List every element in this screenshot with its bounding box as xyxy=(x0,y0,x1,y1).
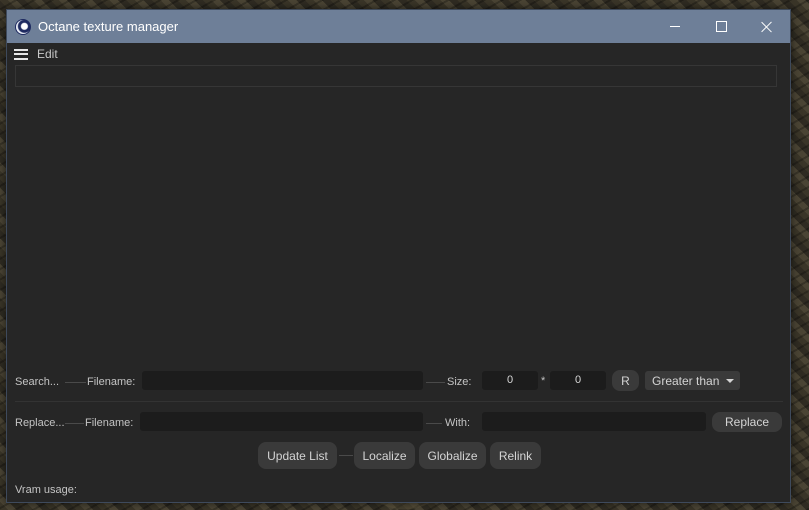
texture-manager-window: Octane texture manager Edit Search... Fi… xyxy=(6,9,791,503)
window-controls xyxy=(652,10,790,43)
relink-button[interactable]: Relink xyxy=(490,442,541,469)
with-label: With: xyxy=(445,417,471,429)
search-connector-line xyxy=(65,382,86,383)
size-width-input[interactable] xyxy=(482,371,538,390)
replace-filename-input[interactable] xyxy=(140,412,423,431)
size-label: Size: xyxy=(447,376,472,388)
with-connector-line xyxy=(426,423,442,424)
reset-size-button[interactable]: R xyxy=(612,370,639,391)
close-icon xyxy=(761,21,773,33)
replace-connector-line xyxy=(65,423,84,424)
globalize-button[interactable]: Globalize xyxy=(419,442,486,469)
comparison-value: Greater than xyxy=(652,373,720,388)
chevron-down-icon xyxy=(726,379,734,383)
size-height-input[interactable] xyxy=(550,371,606,390)
menu-item-edit[interactable]: Edit xyxy=(37,47,58,61)
texture-list[interactable] xyxy=(15,65,777,87)
localize-button[interactable]: Localize xyxy=(354,442,415,469)
vram-usage-label: Vram usage: xyxy=(15,484,77,496)
window-title: Octane texture manager xyxy=(38,19,179,34)
title-bar[interactable]: Octane texture manager xyxy=(7,10,790,43)
maximize-icon xyxy=(715,21,727,32)
replace-button[interactable]: Replace xyxy=(712,412,782,432)
size-times-symbol: * xyxy=(541,375,546,387)
comparison-dropdown[interactable]: Greater than xyxy=(645,371,740,390)
divider xyxy=(15,401,783,402)
search-label: Search... xyxy=(15,376,60,388)
search-filename-input[interactable] xyxy=(142,371,423,390)
actions-connector-line xyxy=(339,455,353,456)
search-filename-label: Filename: xyxy=(87,376,136,388)
hamburger-menu-icon[interactable] xyxy=(14,48,28,60)
replace-label: Replace... xyxy=(15,417,65,429)
maximize-button[interactable] xyxy=(698,10,744,43)
cinema4d-app-icon xyxy=(15,18,31,35)
menu-bar: Edit xyxy=(7,43,790,65)
size-connector-line xyxy=(426,382,445,383)
replace-filename-label: Filename: xyxy=(85,417,134,429)
with-input[interactable] xyxy=(482,412,706,431)
minimize-button[interactable] xyxy=(652,10,698,43)
update-list-button[interactable]: Update List xyxy=(258,442,337,469)
close-button[interactable] xyxy=(744,10,790,43)
minimize-icon xyxy=(670,26,680,27)
